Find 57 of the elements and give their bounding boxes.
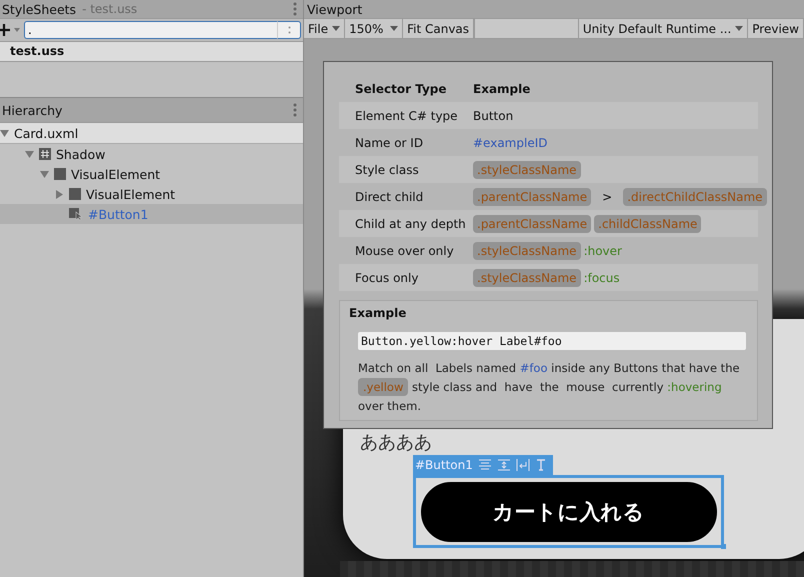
add-to-cart-button[interactable]: カートに入れる [420, 480, 718, 542]
card-text: ああああ [360, 431, 432, 454]
example-text: Button [473, 108, 514, 122]
vertical-align-icon[interactable] [496, 459, 511, 471]
selector-type: Mouse over only [355, 244, 455, 258]
text-height-icon[interactable] [534, 459, 547, 471]
tree-item[interactable]: Card.uxml [0, 123, 303, 144]
example-text: :hover [584, 244, 622, 258]
expanded-arrow-icon[interactable] [25, 150, 34, 158]
example-text: #exampleID [473, 136, 548, 150]
tree-item[interactable]: Shadow [0, 144, 303, 164]
tree-item[interactable]: VisualElement [0, 184, 303, 204]
hash-icon [39, 148, 51, 160]
button-element-icon [69, 208, 83, 220]
selector-type: Style class [355, 162, 420, 176]
options-button[interactable] [277, 21, 301, 39]
example-description: Match on all Labels named #foo inside any Buttons that have the .yellow style class and have the mouse currently :hovering over them. [358, 360, 741, 415]
class-chip: .parentClassName [473, 188, 592, 206]
caret-icon [332, 26, 340, 31]
collapsed-arrow-icon[interactable] [55, 190, 64, 198]
class-chip: .styleClassName [473, 242, 581, 260]
column-header: Example [473, 82, 530, 96]
caret-icon [735, 26, 744, 31]
stylesheet-item[interactable]: test.uss [0, 42, 303, 62]
panel-title: StyleSheets [2, 2, 76, 16]
selector-type: Direct child [355, 190, 424, 204]
panel-title: Viewport [307, 2, 362, 16]
align-icon[interactable] [478, 459, 492, 471]
selection-outline[interactable]: カートに入れる [413, 475, 724, 548]
panel-subtitle: - test.uss [82, 2, 138, 16]
search-field[interactable]: . [24, 21, 277, 39]
options-icon [288, 26, 290, 34]
panel-title: Hierarchy [2, 102, 62, 118]
example-text: > [602, 190, 612, 204]
selector-type: Name or ID [355, 136, 424, 150]
expanded-arrow-icon[interactable] [40, 170, 49, 178]
example-title: Example [349, 306, 408, 320]
selector-type: Element C# type [355, 108, 459, 122]
tree-item[interactable]: VisualElement [0, 164, 303, 184]
selector-type: Focus only [355, 270, 420, 284]
class-chip: .styleClassName [473, 268, 581, 286]
element-name: #Button1 [415, 458, 473, 472]
class-chip: .directChildClassName [623, 188, 767, 206]
class-chip: .parentClassName [473, 214, 592, 232]
selector-type: Child at any depth [355, 216, 467, 230]
code-field[interactable]: Button.yellow:hover Label#foo [358, 332, 746, 350]
square-icon [69, 188, 81, 200]
example-text: :focus [584, 270, 620, 284]
more-icon[interactable] [293, 2, 297, 16]
class-chip: .childClassName [594, 214, 702, 232]
column-header: Selector Type [355, 82, 448, 96]
square-icon [54, 168, 66, 180]
wrap-icon[interactable] [516, 459, 530, 471]
class-chip: .styleClassName [473, 160, 581, 178]
more-icon[interactable] [293, 103, 297, 117]
caret-icon [390, 26, 398, 31]
expanded-arrow-icon[interactable] [0, 128, 9, 138]
